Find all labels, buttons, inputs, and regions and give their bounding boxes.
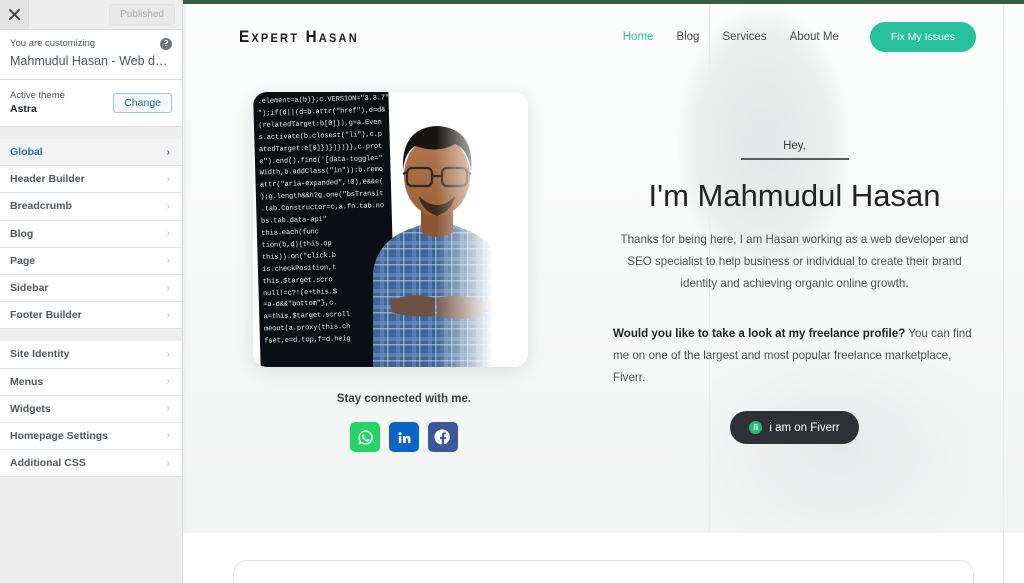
fiverr-icon: fi	[749, 421, 763, 434]
sidebar-item-label: Additional CSS	[10, 457, 86, 470]
sidebar-item-site-identity[interactable]: Site Identity ›	[0, 341, 182, 369]
help-icon[interactable]: ?	[160, 38, 172, 50]
chevron-right-icon: ›	[166, 282, 170, 294]
publish-button[interactable]: Published	[109, 4, 175, 25]
chevron-right-icon: ›	[166, 173, 170, 185]
sidebar-item-breadcrumb[interactable]: Breadcrumb ›	[0, 193, 182, 221]
facebook-icon[interactable]	[428, 422, 458, 452]
sidebar-item-label: Site Identity	[10, 348, 70, 361]
sidebar-item-label: Blog	[10, 227, 34, 240]
sidebar-item-footer-builder[interactable]: Footer Builder ›	[0, 302, 182, 330]
next-section-card	[233, 560, 974, 583]
site-preview: Expert Hasan Home Blog Services About Me…	[183, 0, 1024, 583]
photo-white-fade	[436, 92, 528, 367]
sidebar-item-blog[interactable]: Blog ›	[0, 220, 182, 248]
sidebar-filler	[0, 477, 182, 583]
active-theme-label: Active theme	[10, 90, 65, 101]
chevron-right-icon: ›	[166, 146, 170, 158]
chevron-right-icon: ›	[166, 376, 170, 388]
chevron-right-icon: ›	[166, 200, 170, 212]
hero-left-column: .element=a(b)};c.VERSION="3.3.7" ");if(d…	[239, 92, 569, 452]
sidebar-item-additional-css[interactable]: Additional CSS ›	[0, 450, 182, 478]
chevron-right-icon: ›	[166, 309, 170, 321]
sidebar-item-label: Footer Builder	[10, 309, 82, 322]
customizing-info: You are customizing Mahmudul Hasan - Web…	[0, 30, 182, 80]
sidebar-item-label: Breadcrumb	[10, 200, 72, 213]
chevron-right-icon: ›	[166, 457, 170, 469]
nav-item-services[interactable]: Services	[722, 31, 766, 43]
hero-right-column: Hey, I'm Mahmudul Hasan Thanks for being…	[613, 92, 976, 452]
nav-item-blog[interactable]: Blog	[676, 31, 699, 43]
site-header: Expert Hasan Home Blog Services About Me…	[183, 4, 1024, 70]
sidebar-item-header-builder[interactable]: Header Builder ›	[0, 166, 182, 194]
chevron-right-icon: ›	[166, 255, 170, 267]
nav-item-home[interactable]: Home	[623, 31, 654, 43]
sidebar-item-sidebar[interactable]: Sidebar ›	[0, 274, 182, 303]
customizer-section-list: Site Identity › Menus › Widgets › Homepa…	[0, 341, 182, 478]
profile-photo	[343, 92, 528, 367]
profile-photo-card: .element=a(b)};c.VERSION="3.3.7" ");if(d…	[253, 92, 528, 367]
close-icon[interactable]	[0, 0, 29, 29]
customizer-topbar: Published	[0, 0, 182, 30]
chevron-right-icon: ›	[166, 403, 170, 415]
sidebar-item-widgets[interactable]: Widgets ›	[0, 395, 182, 423]
hero-eyebrow: Hey,	[783, 140, 806, 152]
active-theme-row: Active theme Astra Change	[0, 80, 182, 127]
chevron-right-icon: ›	[166, 348, 170, 360]
primary-navigation: Home Blog Services About Me Fix My Issue…	[623, 22, 976, 52]
customizing-site-title: Mahmudul Hasan - Web devel...	[10, 54, 170, 68]
active-theme-name: Astra	[10, 103, 37, 115]
sidebar-item-global[interactable]: Global ›	[0, 139, 182, 167]
eyebrow-underline	[740, 158, 849, 160]
site-logo[interactable]: Expert Hasan	[239, 28, 359, 47]
sidebar-gap-mid	[0, 329, 182, 342]
sidebar-item-label: Header Builder	[10, 173, 85, 186]
customizing-label: You are customizing	[10, 38, 96, 49]
active-theme-text: Active theme Astra	[10, 89, 65, 116]
hero-paragraph: Thanks for being here, I am Hasan workin…	[620, 233, 969, 290]
preview-right-edge	[1003, 4, 1004, 583]
chevron-right-icon: ›	[166, 430, 170, 442]
hero-paragraph-2-bold: Would you like to take a look at my free…	[613, 327, 906, 340]
sidebar-item-homepage-settings[interactable]: Homepage Settings ›	[0, 422, 182, 451]
change-theme-button[interactable]: Change	[113, 92, 172, 113]
fix-my-issues-button[interactable]: Fix My Issues	[869, 22, 976, 52]
sidebar-item-label: Page	[10, 254, 36, 267]
nav-item-about-me[interactable]: About Me	[790, 31, 839, 43]
sidebar-gap-top	[0, 127, 182, 139]
sidebar-item-label: Sidebar	[10, 282, 49, 295]
hero-paragraph-2: Would you like to take a look at my free…	[613, 323, 976, 389]
customizer-screen: Published You are customizing Mahmudul H…	[0, 0, 1024, 583]
sidebar-item-label: Global	[10, 146, 43, 159]
stay-connected-label: Stay connected with me.	[336, 393, 472, 405]
next-section	[183, 533, 1024, 583]
sidebar-item-menus[interactable]: Menus ›	[0, 368, 182, 396]
chevron-right-icon: ›	[166, 228, 170, 240]
sidebar-item-label: Menus	[10, 375, 44, 388]
sidebar-item-label: Homepage Settings	[10, 429, 109, 442]
sidebar-item-page[interactable]: Page ›	[0, 247, 182, 275]
whatsapp-icon[interactable]	[350, 422, 380, 452]
hero-body: .element=a(b)};c.VERSION="3.3.7" ");if(d…	[183, 70, 1024, 452]
hero-section: Expert Hasan Home Blog Services About Me…	[183, 4, 1024, 533]
linkedin-icon[interactable]	[389, 422, 419, 452]
fiverr-button-label: i am on Fiverr	[769, 421, 840, 434]
page-title: I'm Mahmudul Hasan	[648, 178, 941, 213]
eyebrow-wrap: Hey,	[740, 139, 849, 160]
wp-customizer-sidebar: Published You are customizing Mahmudul H…	[0, 0, 183, 583]
social-links	[239, 422, 569, 452]
fiverr-button[interactable]: fi i am on Fiverr	[730, 411, 859, 444]
customizer-panel-list: Global › Header Builder › Breadcrumb › B…	[0, 139, 182, 330]
sidebar-item-label: Widgets	[10, 402, 51, 415]
